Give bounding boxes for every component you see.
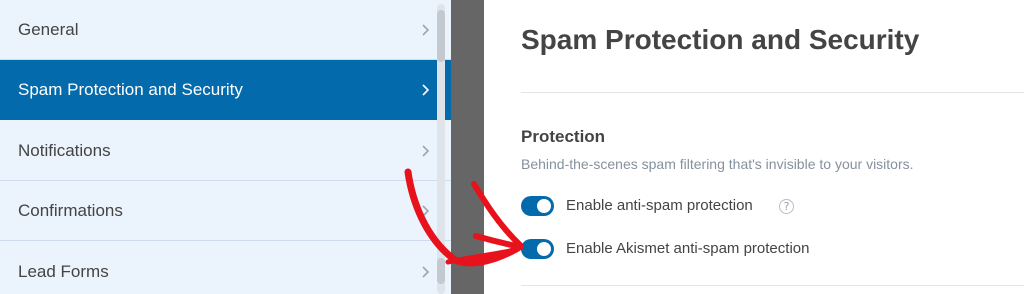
anti-spam-toggle-row: Enable anti-spam protection ? (521, 196, 811, 218)
section-divider (521, 285, 1024, 286)
sidebar-item-notifications[interactable]: Notifications (0, 121, 451, 181)
sidebar-item-general[interactable]: General (0, 0, 451, 60)
chevron-right-icon (422, 23, 430, 36)
sidebar-item-confirmations[interactable]: Confirmations (0, 181, 451, 241)
help-icon[interactable]: ? (779, 199, 794, 214)
anti-spam-toggle-label: Enable anti-spam protection (566, 197, 753, 214)
protection-description: Behind-the-scenes spam filtering that's … (521, 156, 914, 172)
sidebar-item-lead-forms[interactable]: Lead Forms (0, 242, 451, 294)
scrollbar-thumb[interactable] (437, 10, 445, 62)
chevron-right-icon (422, 265, 430, 278)
settings-main-panel: Spam Protection and Security Protection … (484, 0, 1024, 294)
akismet-toggle[interactable] (521, 239, 554, 259)
settings-sidebar: General Spam Protection and Security Not… (0, 0, 451, 294)
chevron-right-icon (422, 144, 430, 157)
scrollbar-thumb-lower[interactable] (437, 258, 445, 284)
sidebar-item-label: Lead Forms (18, 261, 109, 281)
anti-spam-toggle[interactable] (521, 196, 554, 216)
sidebar-scrollbar[interactable] (437, 4, 445, 294)
akismet-toggle-label: Enable Akismet anti-spam protection (566, 240, 810, 257)
title-divider (521, 92, 1024, 93)
akismet-toggle-row: Enable Akismet anti-spam protection (521, 239, 841, 261)
toggle-knob (537, 242, 551, 256)
sidebar-item-label: General (18, 19, 79, 39)
chevron-right-icon (422, 83, 430, 96)
page-title: Spam Protection and Security (521, 24, 920, 55)
sidebar-item-label: Confirmations (18, 200, 123, 220)
builder-settings-screen: General Spam Protection and Security Not… (0, 0, 1024, 294)
panel-gutter (451, 0, 484, 294)
chevron-right-icon (422, 204, 430, 217)
sidebar-item-label: Spam Protection and Security (18, 79, 243, 99)
toggle-knob (537, 199, 551, 213)
protection-heading: Protection (521, 127, 606, 146)
sidebar-item-spam-protection[interactable]: Spam Protection and Security (0, 60, 451, 120)
sidebar-item-label: Notifications (18, 140, 111, 160)
